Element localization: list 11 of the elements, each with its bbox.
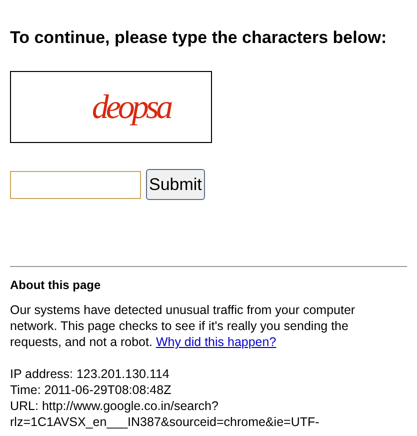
detail-line: rlz=1C1AVSX_en___IN387&sourceid=chrome&ie=UTF- — [10, 414, 320, 430]
submit-button[interactable]: Submit — [146, 169, 205, 200]
why-link[interactable]: Why did this happen? — [156, 335, 276, 349]
page-heading: To continue, please type the characters below: — [10, 28, 388, 48]
detail-line: URL: http://www.google.co.in/search? — [10, 398, 218, 414]
section-title: About this page — [10, 278, 102, 292]
explanation-text: Our systems have detected unusual traffic from your computer network. This page checks to see if it's really you sending the requests, and not a robot. Why did this happen? — [10, 302, 356, 350]
detail-line: Time: 2011-06-29T08:08:48Z — [10, 382, 172, 398]
detail-line: IP address: 123.201.130.114 — [10, 366, 170, 382]
answer-field[interactable] — [10, 170, 141, 198]
captcha-image: deopsa — [10, 71, 212, 143]
